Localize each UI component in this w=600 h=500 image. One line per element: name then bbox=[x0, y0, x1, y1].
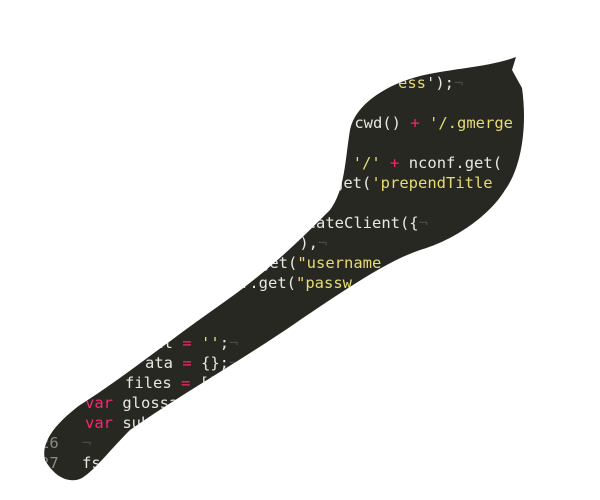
code-line[interactable]: get('prependTitle bbox=[334, 173, 493, 193]
operator-token: = bbox=[182, 334, 192, 352]
string-token: "username bbox=[297, 254, 382, 272]
operator-token: = bbox=[182, 354, 192, 372]
pilcrow-marker: ¬ bbox=[318, 234, 328, 252]
brush-stroke-editor-view: ess');¬ .cwd() + '/.gmerge + '/' + nconf.g… bbox=[0, 0, 600, 500]
pilcrow-marker: ¬ bbox=[82, 434, 92, 452]
operator-token: + bbox=[390, 154, 400, 172]
operator-token: + bbox=[410, 114, 420, 132]
code-token: files bbox=[125, 374, 181, 392]
code-line[interactable]: .cwd() + '/.gmerge bbox=[345, 113, 513, 133]
code-token: nconf.get( bbox=[399, 154, 503, 172]
string-token: '' bbox=[201, 334, 220, 352]
code-token: ata bbox=[145, 354, 183, 372]
code-token: '); bbox=[426, 74, 454, 92]
operator-token: = bbox=[181, 374, 191, 392]
pilcrow-marker: ¬ bbox=[418, 214, 428, 232]
string-token: '/.gmerge bbox=[429, 114, 514, 132]
pilcrow-marker: ¬ bbox=[454, 74, 464, 92]
code-token: {}; bbox=[191, 354, 229, 372]
string-token: '/' bbox=[352, 154, 381, 172]
code-line[interactable]: + '/' + nconf.get( bbox=[334, 153, 502, 173]
keyword-token: var bbox=[85, 414, 113, 432]
string-token: 'prependTitle bbox=[371, 174, 493, 192]
code-token: ; bbox=[219, 334, 230, 352]
pilcrow-marker: ¬ bbox=[229, 334, 239, 352]
string-token: "passw bbox=[296, 274, 352, 292]
